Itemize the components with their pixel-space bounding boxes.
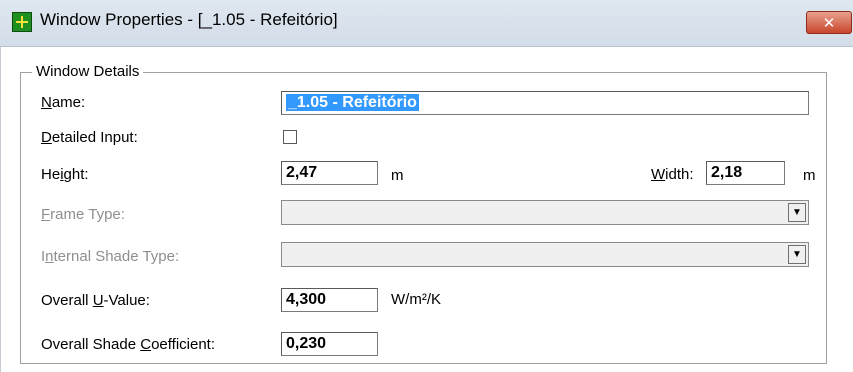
height-label: Height: [41, 166, 89, 183]
chevron-down-icon: ▼ [792, 207, 802, 218]
overall-shade-coefficient-input[interactable]: 0,230 [281, 332, 378, 356]
window-details-legend: Window Details [32, 63, 144, 80]
frame-type-dropdown-button[interactable]: ▼ [788, 203, 806, 222]
frame-type-select[interactable]: ▼ [281, 200, 809, 225]
close-button[interactable]: ✕ [806, 11, 852, 34]
internal-shade-type-select[interactable]: ▼ [281, 242, 809, 267]
width-unit: m [803, 167, 816, 184]
close-icon: ✕ [822, 14, 836, 32]
internal-shade-type-label: Internal Shade Type: [41, 248, 180, 265]
width-label: Width: [651, 166, 694, 183]
name-input[interactable]: _1.05 - Refeitório [281, 91, 809, 115]
width-input[interactable]: 2,18 [706, 161, 785, 185]
height-input[interactable]: 2,47 [281, 161, 378, 185]
overall-u-value-input[interactable]: 4,300 [281, 288, 378, 312]
overall-u-value-label: Overall U-Value: [41, 292, 150, 309]
height-unit: m [391, 167, 404, 184]
app-icon [12, 12, 32, 32]
detailed-input-checkbox[interactable] [283, 130, 297, 144]
chevron-down-icon: ▼ [792, 249, 802, 260]
internal-shade-type-dropdown-button[interactable]: ▼ [788, 245, 806, 264]
title-bar: Window Properties - [_1.05 - Refeitório]… [0, 0, 853, 47]
window-title: Window Properties - [_1.05 - Refeitório] [40, 10, 338, 29]
detailed-input-label: Detailed Input: [41, 129, 138, 146]
name-label: Name: [41, 94, 86, 111]
overall-u-value-unit: W/m²/K [391, 291, 441, 308]
frame-type-label: Frame Type: [41, 206, 125, 223]
overall-shade-coefficient-label: Overall Shade Coefficient: [41, 336, 216, 353]
